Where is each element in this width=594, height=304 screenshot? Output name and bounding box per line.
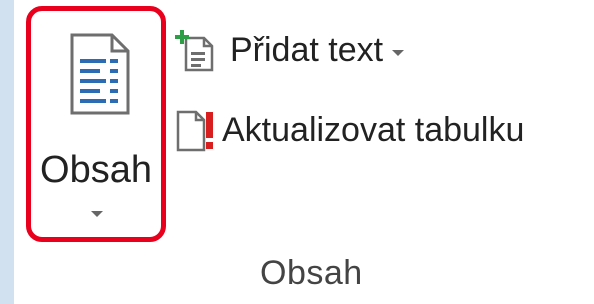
chevron-down-icon bbox=[392, 50, 405, 56]
add-text-label: Přidat text bbox=[230, 31, 384, 69]
add-text-button[interactable]: Přidat text bbox=[174, 28, 405, 72]
ribbon-group-references-toc: Obsah Přidat text Aktualizovat tabulku O… bbox=[14, 0, 594, 304]
update-table-button[interactable]: Aktualizovat tabulku bbox=[172, 108, 524, 152]
add-text-icon bbox=[175, 30, 214, 72]
table-of-contents-icon bbox=[70, 33, 130, 115]
ribbon-group-label: Obsah bbox=[260, 254, 363, 292]
table-of-contents-label: Obsah bbox=[40, 149, 152, 191]
update-table-icon bbox=[176, 110, 213, 152]
chevron-down-icon bbox=[91, 211, 103, 217]
update-table-label: Aktualizovat tabulku bbox=[222, 111, 525, 149]
table-of-contents-button[interactable]: Obsah bbox=[26, 6, 166, 242]
